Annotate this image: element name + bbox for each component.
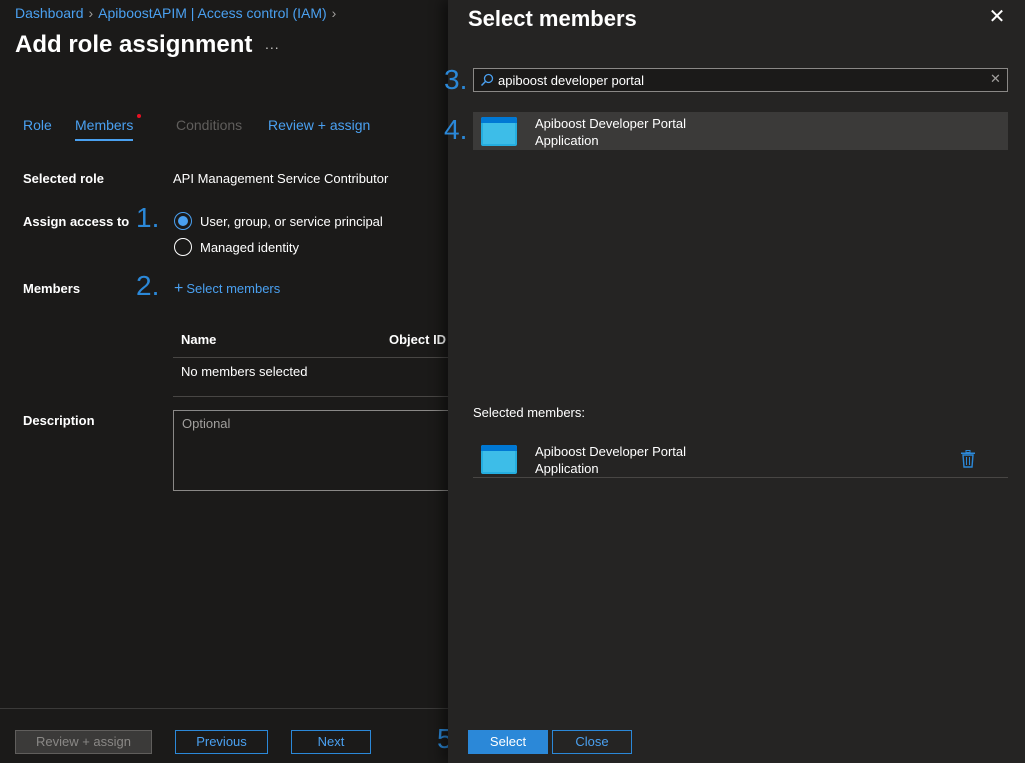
page-title: Add role assignment <box>15 31 253 58</box>
chevron-right-icon: › <box>331 5 337 21</box>
selected-member-item: Apiboost Developer Portal Application <box>473 440 1008 478</box>
panel-title: Select members <box>468 6 637 31</box>
radio-user-group-service-principal[interactable] <box>174 212 192 230</box>
plus-icon: + <box>174 280 184 297</box>
application-icon <box>481 117 517 146</box>
radio-label-managed-identity: Managed identity <box>200 240 300 255</box>
column-header-object-id: Object ID <box>389 332 447 347</box>
selected-role-label: Selected role <box>23 171 104 186</box>
selected-members-label: Selected members: <box>473 405 585 420</box>
clear-search-icon[interactable]: ✕ <box>990 71 1001 87</box>
tab-members[interactable]: Members <box>75 114 142 141</box>
application-icon <box>481 445 517 474</box>
select-members-panel: Select members ✕ 3. ✕ 4. Apiboost Develo… <box>444 0 1025 763</box>
search-input[interactable] <box>498 69 978 91</box>
trash-icon[interactable] <box>960 450 976 468</box>
radio-label-user-group: User, group, or service principal <box>200 214 383 229</box>
search-icon <box>480 73 494 87</box>
breadcrumb-dashboard[interactable]: Dashboard <box>15 5 84 21</box>
result-name: Apiboost Developer Portal <box>535 116 687 131</box>
next-button[interactable]: Next <box>291 730 371 754</box>
column-header-name: Name <box>181 332 217 347</box>
breadcrumb-access-control[interactable]: ApiboostAPIM | Access control (IAM) <box>98 5 327 21</box>
tab-conditions: Conditions <box>176 117 243 133</box>
tab-role[interactable]: Role <box>23 117 52 133</box>
tab-review-assign[interactable]: Review + assign <box>268 117 370 133</box>
review-assign-button[interactable]: Review + assign <box>15 730 152 754</box>
select-button[interactable]: Select <box>468 730 548 754</box>
description-label: Description <box>23 413 95 428</box>
add-role-assignment-blade: Dashboard › ApiboostAPIM | Access control … <box>0 0 460 763</box>
search-box[interactable]: ✕ <box>473 68 1008 92</box>
search-result-item[interactable]: Apiboost Developer Portal Application <box>473 112 1008 150</box>
selected-member-type: Application <box>535 461 599 476</box>
members-label: Members <box>23 281 81 296</box>
table-divider <box>173 357 448 358</box>
footer-divider <box>0 708 448 709</box>
assign-access-label: Assign access to <box>23 214 130 229</box>
radio-managed-identity[interactable] <box>174 238 192 256</box>
tab-members-label: Members <box>75 117 134 133</box>
selected-role-value: API Management Service Contributor <box>173 171 389 186</box>
step-number-4: 4. <box>444 114 468 145</box>
step-number-3: 3. <box>444 64 468 95</box>
chevron-right-icon: › <box>88 5 94 21</box>
result-type: Application <box>535 133 599 148</box>
close-button[interactable]: Close <box>552 730 632 754</box>
select-members-label: Select members <box>186 281 281 296</box>
previous-button[interactable]: Previous <box>175 730 268 754</box>
description-field[interactable] <box>173 410 453 491</box>
close-icon[interactable]: ✕ <box>986 6 1008 28</box>
breadcrumb: Dashboard › ApiboostAPIM | Access control … <box>15 5 341 21</box>
step-number-1: 1. <box>136 202 160 233</box>
selected-member-name: Apiboost Developer Portal <box>535 444 687 459</box>
description-textarea[interactable] <box>174 411 452 490</box>
select-members-link[interactable]: + Select members <box>174 280 280 298</box>
step-number-2: 2. <box>136 270 160 301</box>
required-dot-icon <box>137 114 142 118</box>
more-options-icon[interactable]: ... <box>265 36 280 52</box>
table-divider <box>173 396 448 397</box>
members-empty-text: No members selected <box>181 364 308 379</box>
selected-divider <box>473 477 1008 478</box>
